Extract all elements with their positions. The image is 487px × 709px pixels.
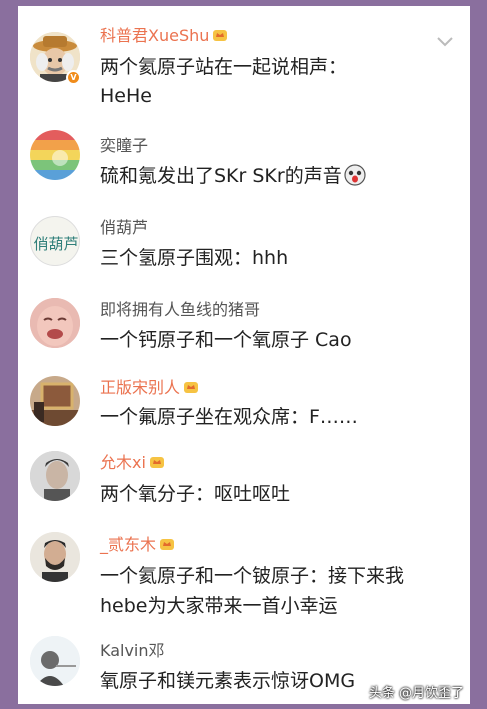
comment-text: 三个氢原子围观：hhh (100, 247, 289, 269)
avatar[interactable]: 俏葫芦 (30, 216, 80, 266)
watermark: 头条 @月饮歪了 (368, 686, 464, 701)
avatar[interactable] (30, 532, 80, 582)
author-name[interactable]: 即将拥有人鱼线的猪哥 (100, 300, 260, 319)
comment-author[interactable]: Kalvin邓 (100, 637, 165, 661)
comment-text-line2: hebe为大家带来一首小幸运 (100, 595, 338, 617)
author-name[interactable]: Kalvin邓 (100, 641, 165, 660)
author-name[interactable]: 俏葫芦 (100, 218, 148, 237)
surprised-face-emoji-icon (344, 164, 366, 186)
comment-text: 两个氧分子：呕吐呕吐 (100, 483, 291, 505)
comment-author[interactable]: 正版宋别人 (100, 374, 199, 398)
avatar[interactable] (30, 130, 80, 180)
comment-author[interactable]: 允木xi (100, 449, 165, 473)
vip-crown-icon (149, 457, 164, 468)
author-name[interactable]: _贰东木 (100, 535, 156, 554)
comment-panel: V 科普君XueShu 两个氦原子站在一起说相声： HeHe 奕瞳子 硫和氪发出… (18, 6, 470, 704)
avatar[interactable] (30, 636, 80, 686)
avatar[interactable] (30, 298, 80, 348)
author-name[interactable]: 奕瞳子 (100, 136, 148, 155)
comment-author[interactable]: _贰东木 (100, 531, 175, 555)
comment-text: 硫和氪发出了SKr SKr的声音 (100, 162, 460, 190)
comment-text-line2: HeHe (100, 85, 152, 107)
comment-text: 一个氟原子坐在观众席：F…… (100, 406, 358, 428)
vip-crown-icon (160, 539, 175, 550)
comment-author[interactable]: 即将拥有人鱼线的猪哥 (100, 296, 260, 320)
chevron-down-icon[interactable] (436, 36, 454, 48)
verified-badge-icon: V (66, 70, 81, 85)
avatar-calligraphy: 俏葫芦 (33, 235, 78, 253)
comment-text: 一个钙原子和一个氧原子 Cao (100, 329, 352, 351)
comment-author[interactable]: 科普君XueShu (100, 22, 228, 46)
vip-crown-icon (213, 30, 228, 41)
avatar[interactable] (30, 451, 80, 501)
vip-crown-icon (184, 382, 199, 393)
comment-author[interactable]: 俏葫芦 (100, 214, 148, 238)
author-name[interactable]: 科普君XueShu (100, 26, 209, 45)
author-name[interactable]: 正版宋别人 (100, 378, 180, 397)
comment-author[interactable]: 奕瞳子 (100, 132, 148, 156)
avatar[interactable] (30, 376, 80, 426)
comment-text: 两个氦原子站在一起说相声： (100, 56, 348, 78)
comment-text-content: 硫和氪发出了SKr SKr的声音 (100, 165, 342, 187)
comment-text: 一个氦原子和一个铍原子：接下来我 (100, 565, 405, 587)
author-name[interactable]: 允木xi (100, 453, 146, 472)
